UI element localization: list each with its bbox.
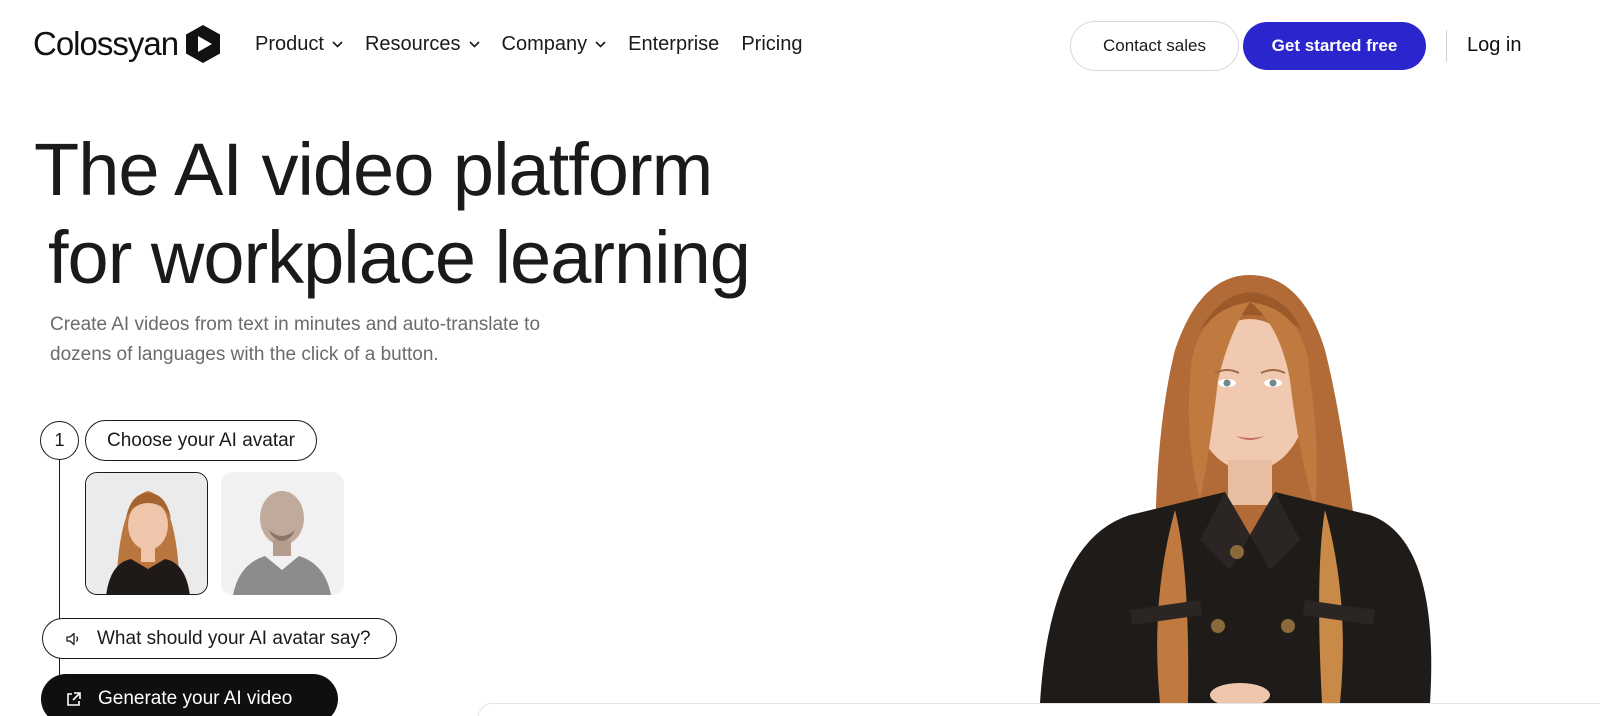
ai-presenter-image bbox=[1040, 275, 1432, 703]
hero-subtitle: Create AI videos from text in minutes an… bbox=[50, 314, 541, 365]
nav-divider bbox=[1446, 30, 1447, 62]
avatar-script-input[interactable]: What should your AI avatar say? bbox=[42, 618, 397, 659]
nav-enterprise-label: Enterprise bbox=[628, 33, 720, 55]
get-started-button[interactable]: Get started free bbox=[1243, 22, 1426, 70]
contact-sales-button[interactable]: Contact sales bbox=[1070, 21, 1239, 71]
generate-video-label: Generate your AI video bbox=[98, 688, 293, 709]
nav-product[interactable]: Product bbox=[255, 33, 343, 56]
nav-enterprise[interactable]: Enterprise bbox=[628, 33, 719, 56]
avatar-option-woman[interactable] bbox=[85, 472, 208, 595]
top-navigation: Colossyan Product Resources Company Ente… bbox=[0, 0, 1600, 92]
hero-title-line-1: The AI video platform bbox=[34, 128, 713, 211]
choose-avatar-label: Choose your AI avatar bbox=[107, 429, 295, 451]
nav-company[interactable]: Company bbox=[502, 33, 607, 56]
brand-name: Colossyan bbox=[33, 25, 179, 62]
speaker-icon bbox=[66, 632, 79, 645]
hero-title: The AI video platform for workplace lear… bbox=[34, 126, 751, 302]
step-number: 1 bbox=[40, 421, 79, 460]
chevron-down-icon bbox=[468, 41, 480, 48]
nav-resources-label: Resources bbox=[364, 33, 461, 55]
nav-resources[interactable]: Resources bbox=[365, 33, 480, 56]
man-avatar-image bbox=[221, 472, 344, 595]
external-link-icon bbox=[67, 691, 81, 706]
brand-logo[interactable]: Colossyan bbox=[33, 24, 222, 64]
avatar-option-man[interactable] bbox=[221, 472, 344, 595]
nav-pricing[interactable]: Pricing bbox=[741, 33, 802, 56]
chevron-down-icon bbox=[595, 41, 606, 48]
generate-video-button[interactable]: Generate your AI video bbox=[41, 674, 338, 716]
woman-avatar-image bbox=[86, 473, 207, 594]
bottom-card-edge bbox=[478, 703, 1600, 716]
login-link[interactable]: Log in bbox=[1467, 34, 1522, 57]
nav-product-label: Product bbox=[255, 33, 324, 55]
avatar-script-label: What should your AI avatar say? bbox=[97, 627, 371, 649]
nav-company-label: Company bbox=[501, 33, 588, 55]
chevron-down-icon bbox=[332, 41, 343, 48]
main-menu: Product Resources Company Enterprise Pri… bbox=[255, 33, 802, 56]
nav-pricing-label: Pricing bbox=[741, 33, 803, 55]
hero-title-line-2: for workplace learning bbox=[48, 216, 751, 299]
choose-avatar-pill: Choose your AI avatar bbox=[85, 420, 317, 461]
play-hexagon-icon bbox=[186, 25, 221, 63]
